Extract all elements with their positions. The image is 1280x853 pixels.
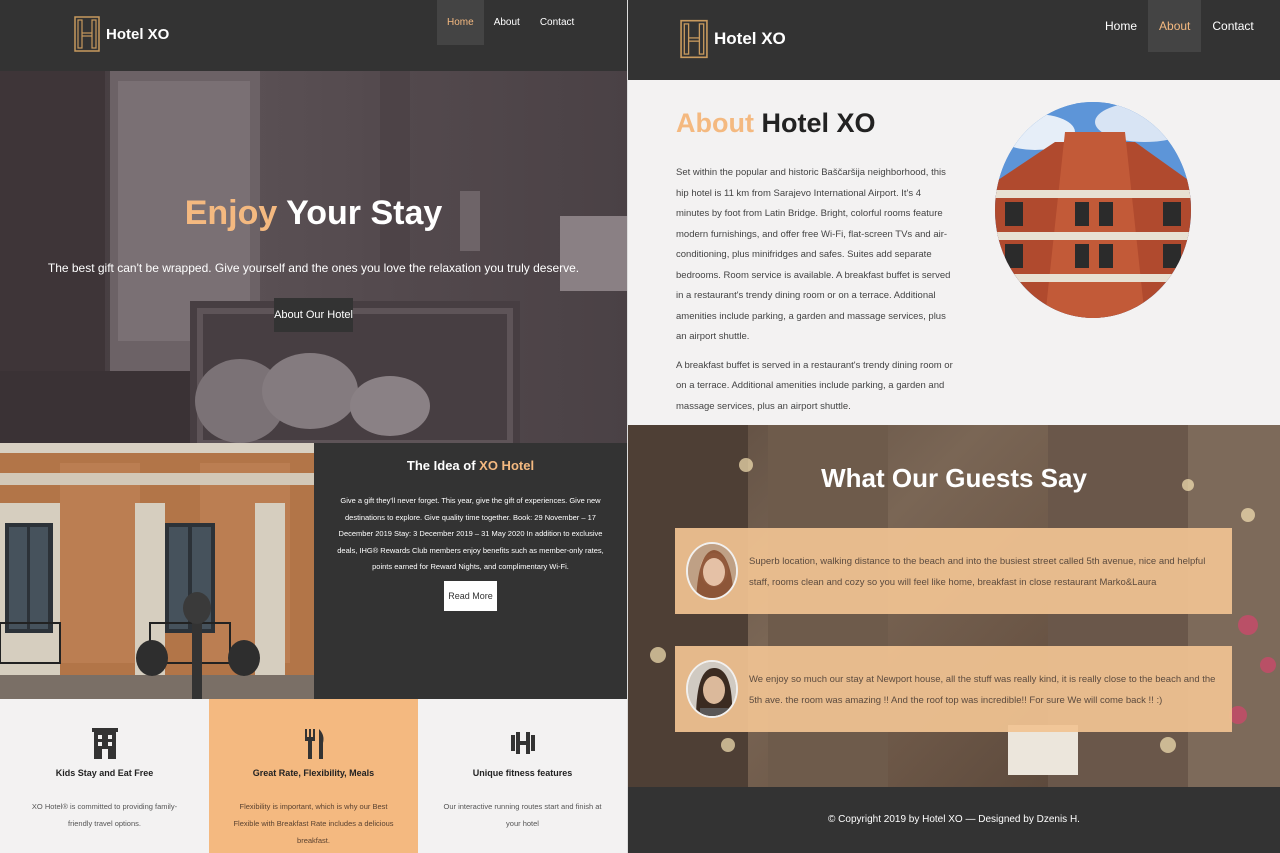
footer: © Copyright 2019 by Hotel XO — Designed … (628, 787, 1280, 853)
testimonial-text: We enjoy so much our stay at Newport hou… (749, 674, 1216, 706)
testimonials-title: What Our Guests Say (821, 463, 1087, 493)
testimonial-card: Superb location, walking distance to the… (675, 528, 1232, 614)
hero-title: Enjoy Your Stay (184, 194, 443, 232)
about-our-hotel-button[interactable]: About Our Hotel (274, 298, 353, 332)
hotel-exterior-image (995, 102, 1191, 318)
feature-card-fitness: Unique fitness features Our interactive … (418, 699, 627, 853)
feature-text: Flexibility is important, which is why o… (233, 802, 394, 845)
nav-contact[interactable]: Contact (1201, 0, 1264, 52)
avatar (686, 660, 738, 718)
feature-card-meals: Great Rate, Flexibility, Meals Flexibili… (209, 699, 418, 853)
hotel-room-background (0, 71, 627, 443)
home-page-screenshot: Hotel XO Home About Contact Enjoy Your S… (0, 0, 627, 853)
nav-about[interactable]: About (1148, 0, 1202, 52)
site-header: Hotel XO Home About Contact (0, 0, 627, 71)
dumbbell-icon (510, 732, 535, 754)
nav-about[interactable]: About (484, 0, 530, 45)
idea-title: The Idea of XO Hotel (406, 458, 535, 473)
testimonials-section: What Our Guests Say Superb location, wal… (628, 425, 1280, 787)
nav-home[interactable]: Home (1094, 0, 1148, 52)
feature-title: Unique fitness features (472, 768, 573, 778)
avatar (686, 542, 738, 600)
fork-knife-icon (304, 729, 323, 759)
building-facade-image (0, 443, 314, 699)
read-more-button[interactable]: Read More (444, 581, 497, 611)
nav-contact[interactable]: Contact (530, 0, 584, 45)
hero-section: Enjoy Your Stay The best gift can't be w… (0, 71, 627, 443)
feature-title: Great Rate, Flexibility, Meals (252, 768, 375, 778)
hotel-logo-icon (74, 16, 100, 52)
hotel-logo-icon (680, 19, 708, 59)
feature-card-kids: Kids Stay and Eat Free XO Hotel® is comm… (0, 699, 209, 853)
idea-text: Give a gift they'll never forget. This y… (337, 496, 604, 571)
about-paragraph: A breakfast buffet is served in a restau… (676, 359, 953, 412)
hero-subtitle: The best gift can't be wrapped. Give you… (47, 261, 580, 275)
about-text: Set within the popular and historic Bašč… (676, 163, 956, 417)
logo[interactable]: Hotel XO (680, 19, 786, 59)
brand-name: Hotel XO (714, 29, 786, 48)
testimonial-text: Superb location, walking distance to the… (749, 556, 1206, 588)
site-header: Hotel XO Home About Contact (628, 0, 1280, 80)
logo[interactable]: Hotel XO (74, 16, 169, 52)
about-page-screenshot: Hotel XO Home About Contact About Hotel … (628, 0, 1280, 853)
testimonial-card: We enjoy so much our stay at Newport hou… (675, 646, 1232, 732)
feature-text: Our interactive running routes start and… (443, 802, 602, 828)
about-title: About Hotel XO (676, 108, 876, 138)
brand-name: Hotel XO (106, 25, 170, 43)
feature-title: Kids Stay and Eat Free (55, 768, 154, 778)
idea-section: The Idea of XO Hotel Give a gift they'll… (314, 443, 627, 699)
about-paragraph: Set within the popular and historic Bašč… (676, 167, 951, 342)
hotel-building-icon (91, 728, 118, 759)
feature-text: XO Hotel® is committed to providing fami… (31, 802, 178, 828)
main-nav: Home About Contact (437, 0, 584, 45)
nav-home[interactable]: Home (437, 0, 484, 45)
main-nav: Home About Contact (1094, 0, 1265, 52)
